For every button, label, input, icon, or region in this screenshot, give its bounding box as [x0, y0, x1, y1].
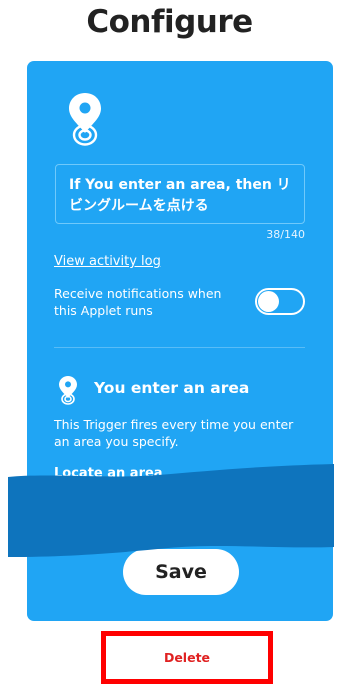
view-activity-log-link[interactable]: View activity log [54, 254, 161, 269]
section-divider [54, 347, 305, 348]
location-pin-icon [69, 93, 101, 146]
redaction-overlay [8, 464, 334, 557]
location-pin-icon [59, 376, 77, 405]
delete-highlight-box[interactable]: Delete [101, 631, 273, 684]
delete-button[interactable]: Delete [106, 636, 268, 679]
toggle-knob [258, 291, 279, 312]
trigger-title: You enter an area [94, 379, 250, 397]
notifications-label: Receive notifications when this Applet r… [54, 286, 222, 318]
character-count: 38/140 [266, 228, 305, 241]
trigger-description: This Trigger fires every time you enter … [54, 417, 294, 449]
applet-title-field[interactable]: If You enter an area, then リビングルームを点ける [55, 164, 305, 224]
page-title: Configure [86, 4, 253, 40]
notifications-toggle[interactable] [255, 288, 305, 315]
